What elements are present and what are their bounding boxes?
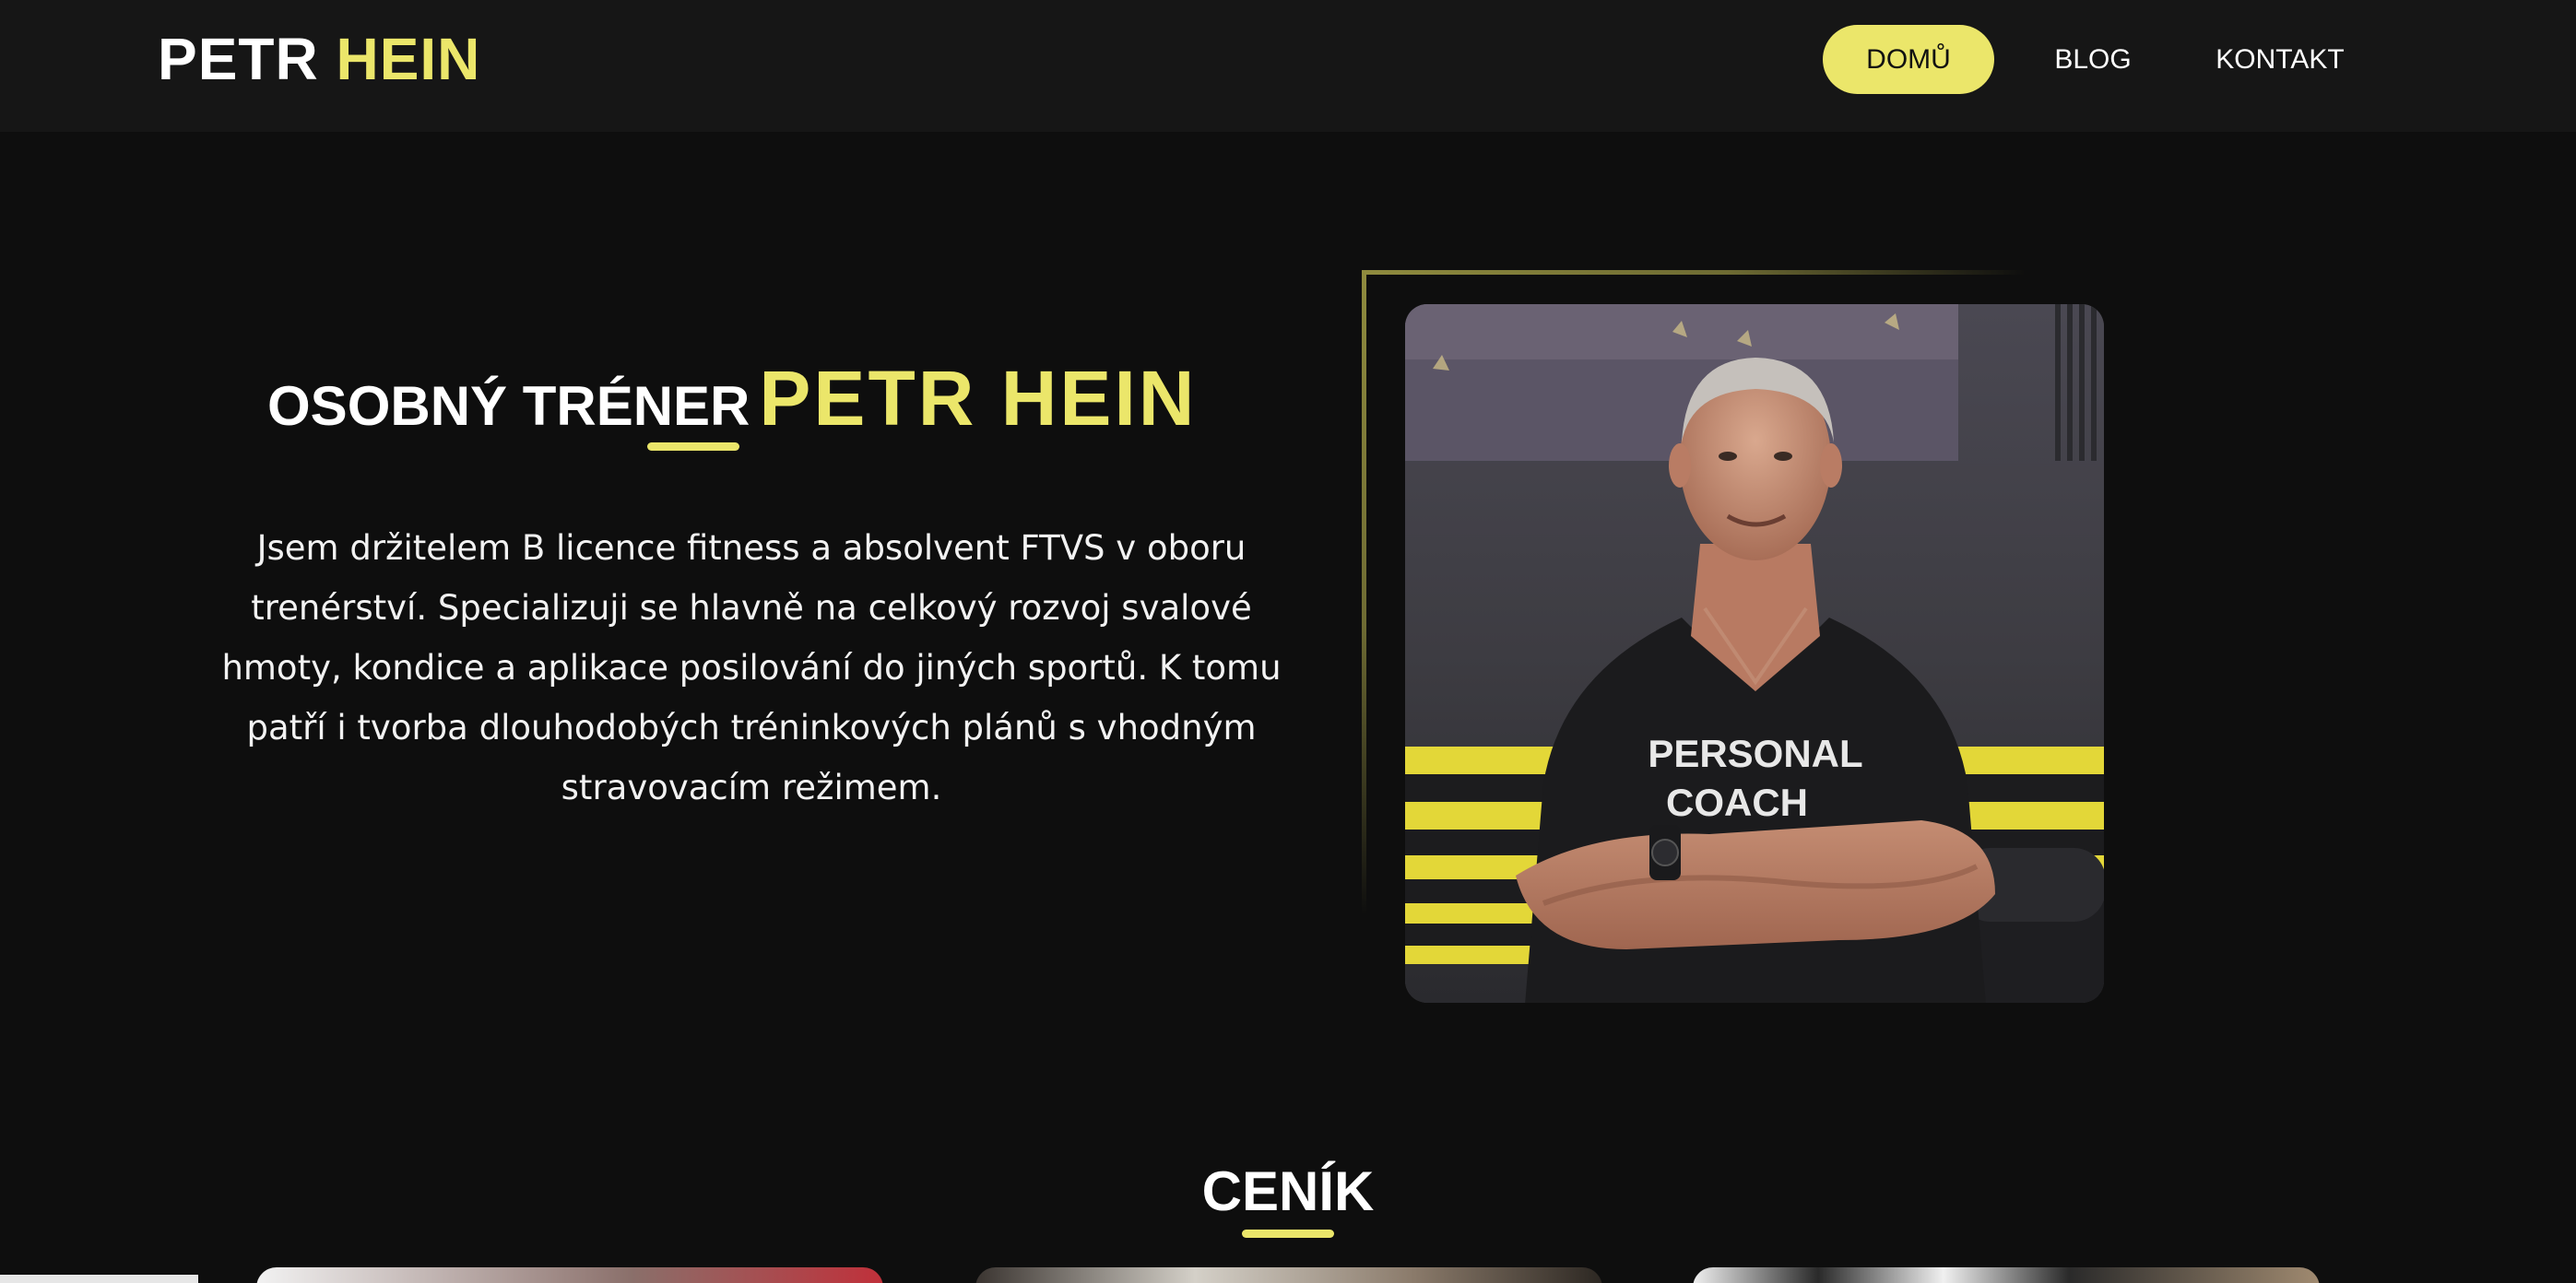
hero-title-prefix: OSOBNÝ TRÉNER <box>267 375 750 437</box>
bottom-left-strip <box>0 1275 198 1283</box>
hero-heading-underline <box>647 442 739 451</box>
hero-heading: OSOBNÝ TRÉNER PETR HEIN <box>267 354 1197 443</box>
photo-frame-top <box>1362 270 2026 275</box>
logo[interactable]: PETR HEIN <box>158 26 480 92</box>
hero-description: Jsem držitelem B licence fitness a absol… <box>221 528 1282 807</box>
nav-item-blog[interactable]: BLOG <box>2033 25 2153 94</box>
logo-first-name: PETR <box>158 26 319 92</box>
pricing-title: CENÍK <box>1201 1160 1375 1222</box>
pricing-card-1[interactable] <box>256 1267 883 1283</box>
nav-item-kontakt[interactable]: KONTAKT <box>2202 25 2358 94</box>
pricing-card-2[interactable] <box>975 1267 1602 1283</box>
pricing-card-3[interactable] <box>1693 1267 2320 1283</box>
shirt-text-line2: COACH <box>1666 781 1808 824</box>
page: PETR HEIN DOMŮ BLOG KONTAKT OSOBNÝ TRÉNE… <box>0 0 2576 1283</box>
trainer-photo: PERSONAL COACH <box>1405 304 2104 1003</box>
navbar: PETR HEIN DOMŮ BLOG KONTAKT <box>0 0 2576 132</box>
shirt-text-line1: PERSONAL <box>1648 732 1862 775</box>
photo-frame-left <box>1362 270 1366 915</box>
trainer-photo-illustration: PERSONAL COACH <box>1405 304 2104 1003</box>
hero-title-name: PETR HEIN <box>759 355 1198 441</box>
nav-item-domu[interactable]: DOMŮ <box>1823 25 1994 94</box>
logo-last-name: HEIN <box>336 26 481 92</box>
pricing-title-underline <box>1242 1230 1334 1238</box>
